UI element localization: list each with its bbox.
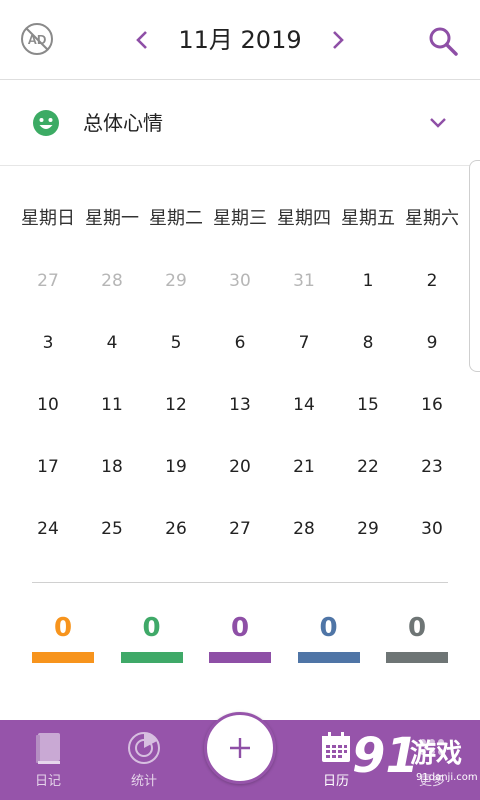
mood-stat-count: 0: [142, 613, 161, 643]
weekday-label: 星期日: [21, 208, 75, 229]
weekday-label: 星期五: [341, 208, 395, 229]
smiley-face-icon: [33, 110, 59, 136]
chevron-down-icon[interactable]: [426, 110, 450, 134]
weekday-header: 星期日 星期一 星期二 星期三 星期四 星期五 星期六: [16, 205, 464, 233]
calendar-day[interactable]: 6: [208, 312, 272, 374]
calendar-day[interactable]: 25: [80, 498, 144, 560]
weekday-label: 星期四: [277, 208, 331, 229]
mood-stat-bar: [209, 652, 271, 663]
calendar-day[interactable]: 12: [144, 374, 208, 436]
calendar-day[interactable]: 16: [400, 374, 464, 436]
calendar-day-other-month[interactable]: 29: [144, 250, 208, 312]
calendar-day[interactable]: 18: [80, 436, 144, 498]
calendar-day[interactable]: 15: [336, 374, 400, 436]
calendar-day[interactable]: 1: [336, 250, 400, 312]
mood-stat-count: 0: [230, 613, 250, 643]
mood-stat: 0: [297, 608, 360, 663]
calendar-grid: 27 28 29 30 31 1 2 3 4 5 6 7 8 9 10 11 12 13 14 15 16 17 18 19 2…: [16, 250, 464, 560]
calendar-day[interactable]: 30: [400, 498, 464, 560]
watermark-logo: 91 游戏 91danji.com: [352, 728, 480, 798]
mood-stat-bar: [120, 652, 183, 663]
calendar-week-row: 27 28 29 30 31 1 2: [16, 250, 464, 312]
no-ads-icon[interactable]: AD: [20, 22, 54, 56]
top-app-bar: AD 11月 2019: [0, 0, 480, 80]
tab-stats[interactable]: 统计: [96, 720, 192, 800]
chevron-left-icon[interactable]: [130, 26, 154, 54]
mood-stat-count: 0: [407, 613, 427, 643]
chevron-right-icon[interactable]: [326, 26, 350, 54]
mood-stat-bar: [297, 652, 360, 663]
mood-filter-row[interactable]: 总体心情: [0, 80, 480, 166]
calendar-day[interactable]: 10: [16, 374, 80, 436]
mood-stat: 0: [209, 608, 271, 663]
book-icon: [36, 733, 60, 764]
calendar-day[interactable]: 2: [400, 250, 464, 312]
add-entry-button[interactable]: [204, 712, 276, 784]
calendar-day[interactable]: 22: [336, 436, 400, 498]
calendar-day[interactable]: 28: [272, 498, 336, 560]
calendar-day[interactable]: 3: [16, 312, 80, 374]
watermark-number: 91: [352, 728, 419, 784]
mood-stat-count: 0: [319, 613, 338, 643]
calendar-day[interactable]: 26: [144, 498, 208, 560]
calendar-day[interactable]: 19: [144, 436, 208, 498]
calendar-day-other-month[interactable]: 27: [16, 250, 80, 312]
chart-disc-icon: [128, 732, 160, 764]
month-title: 11月 2019: [178, 26, 302, 54]
mood-stat-count: 0: [53, 613, 73, 643]
mood-filter-label: 总体心情: [83, 111, 163, 135]
calendar-day[interactable]: 14: [272, 374, 336, 436]
calendar-day[interactable]: 11: [80, 374, 144, 436]
calendar-day[interactable]: 4: [80, 312, 144, 374]
watermark-text: 游戏: [410, 739, 463, 769]
weekday-label: 星期一: [85, 208, 139, 229]
mood-stat-bar: [32, 652, 94, 663]
calendar-day[interactable]: 20: [208, 436, 272, 498]
calendar-day-other-month[interactable]: 28: [80, 250, 144, 312]
calendar-day[interactable]: 23: [400, 436, 464, 498]
weekday-label: 星期六: [405, 208, 459, 229]
tab-label: 日历: [322, 774, 349, 789]
calendar-day[interactable]: 17: [16, 436, 80, 498]
calendar-day[interactable]: 9: [400, 312, 464, 374]
calendar-day-other-month[interactable]: 30: [208, 250, 272, 312]
calendar-week-row: 3456789: [16, 312, 464, 374]
mood-stat-bar: [386, 652, 448, 663]
tab-label: 统计: [130, 774, 157, 789]
plus-icon: [230, 738, 250, 758]
weekday-label: 星期三: [213, 208, 267, 229]
calendar-day[interactable]: 8: [336, 312, 400, 374]
side-drawer-handle[interactable]: [469, 160, 480, 372]
tab-diary[interactable]: 日记: [0, 720, 96, 800]
search-icon[interactable]: [426, 24, 460, 58]
mood-stat: 0: [386, 608, 448, 663]
calendar-day[interactable]: 7: [272, 312, 336, 374]
calendar-week-row: 10 11 12 13 14 15 16: [16, 374, 464, 436]
weekday-label: 星期二: [149, 208, 203, 229]
calendar-day[interactable]: 5: [144, 312, 208, 374]
calendar-day[interactable]: 13: [208, 374, 272, 436]
calendar-day[interactable]: 27: [208, 498, 272, 560]
calendar-day-other-month[interactable]: 31: [272, 250, 336, 312]
watermark-url: 91danji.com: [416, 772, 478, 783]
calendar-week-row: 17 18 19 20 21 22 23: [16, 436, 464, 498]
mood-stat: 0: [120, 608, 183, 663]
mood-stat: 0: [32, 608, 94, 663]
divider: [32, 582, 448, 583]
calendar-day[interactable]: 29: [336, 498, 400, 560]
calendar-icon: [322, 732, 350, 762]
tab-label: 日记: [34, 774, 61, 789]
mood-stats: 0 0 0 0 0: [32, 608, 448, 663]
calendar-day[interactable]: 24: [16, 498, 80, 560]
calendar-day[interactable]: 21: [272, 436, 336, 498]
calendar-week-row: 24 25 26 27 28 29 30: [16, 498, 464, 560]
